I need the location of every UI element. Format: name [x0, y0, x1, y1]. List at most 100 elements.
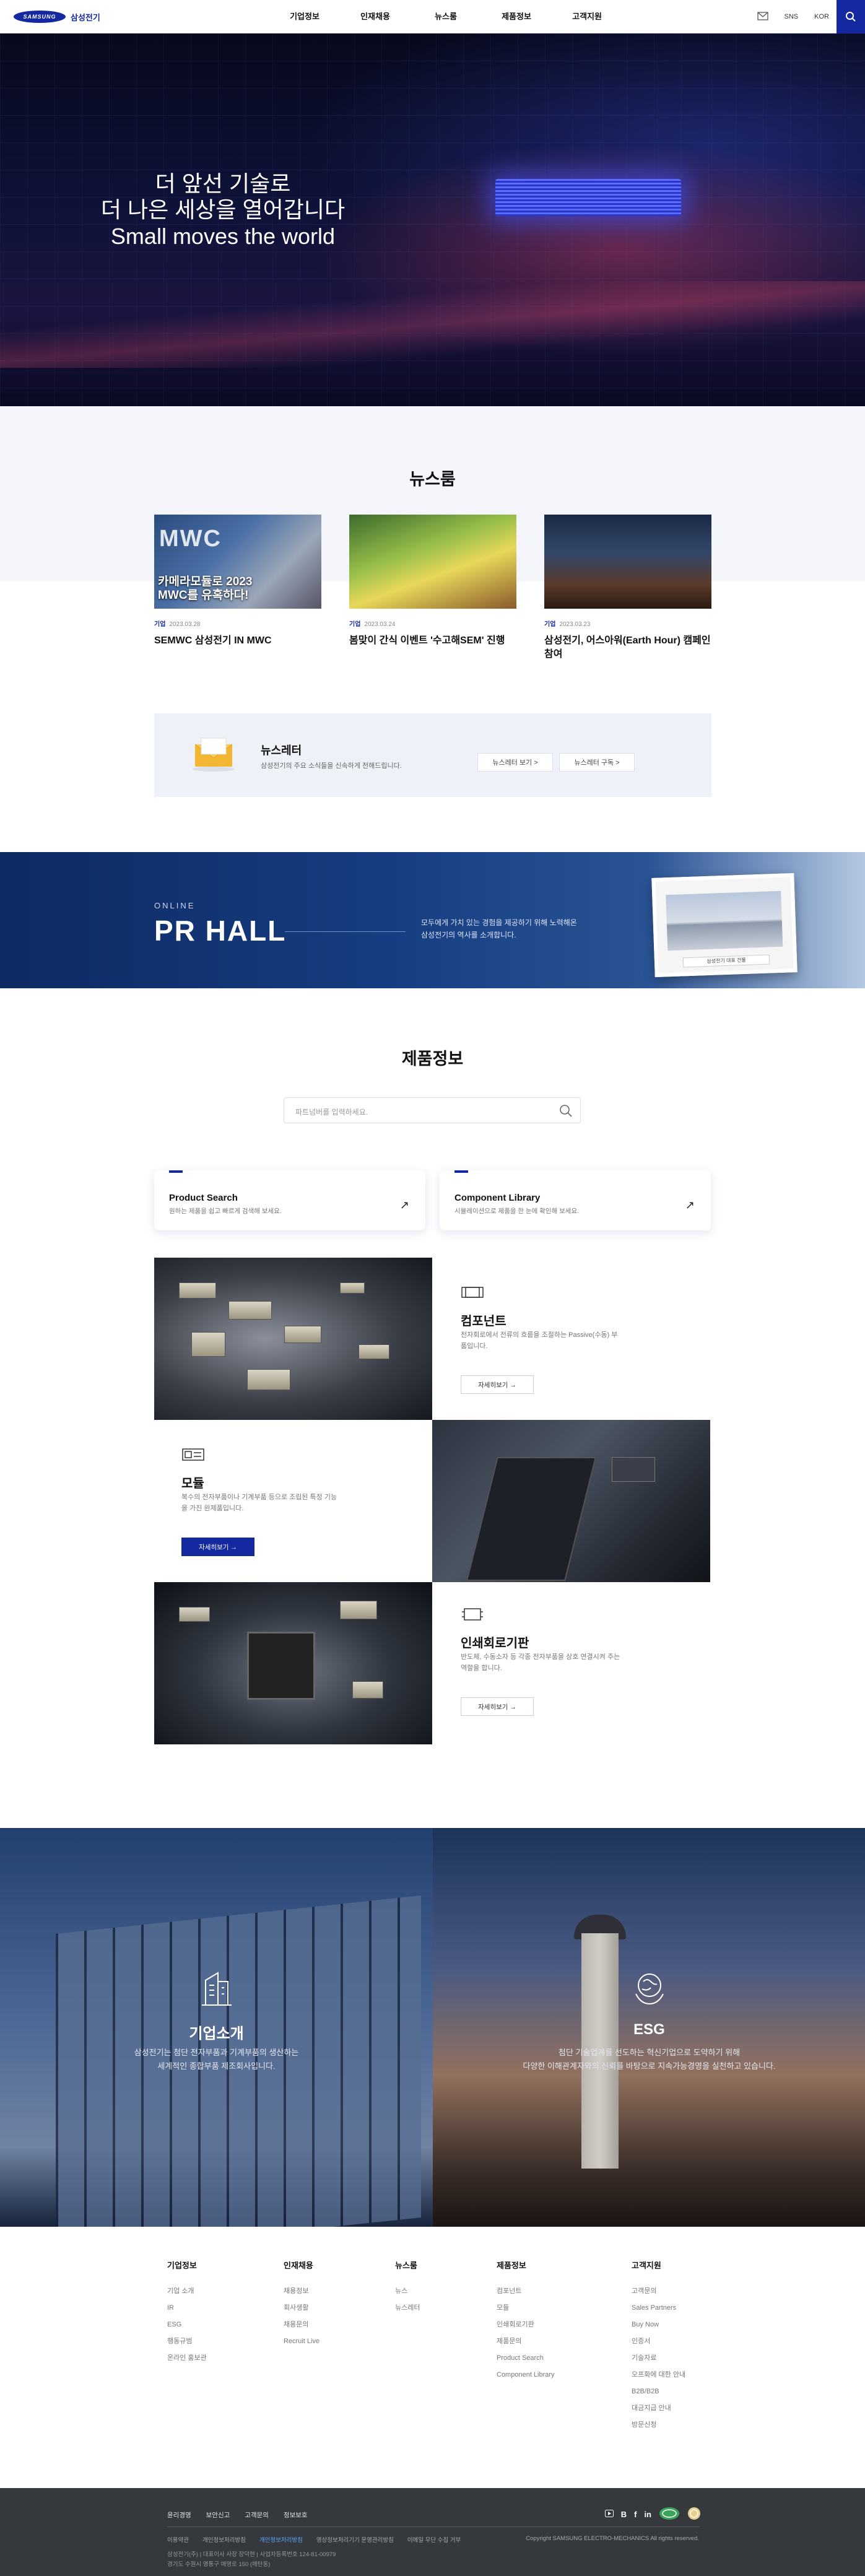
- chip-shape: [179, 1607, 210, 1622]
- footer-cctv-policy[interactable]: 영상정보처리기기 운영관리방침: [316, 2535, 394, 2544]
- sitemap-link[interactable]: 고객문의: [632, 2283, 685, 2300]
- sitemap-link[interactable]: 뉴스: [395, 2283, 420, 2300]
- sitemap-link[interactable]: 기술자료: [632, 2350, 685, 2367]
- header-search-button[interactable]: [837, 0, 865, 33]
- sitemap-link[interactable]: Recruit Live: [284, 2333, 319, 2350]
- sitemap-heading: 기업정보: [167, 2261, 197, 2270]
- sitemap-link[interactable]: 기업 소개: [167, 2283, 207, 2300]
- esg-panel[interactable]: ESG 첨단 기술업계를 선도하는 혁신기업으로 도약하기 위해 다양한 이해관…: [433, 1828, 865, 2227]
- samsung-logo[interactable]: SAMSUNG 삼성전기: [14, 11, 100, 23]
- module-title: 모듈: [181, 1477, 204, 1490]
- footer-link-customer[interactable]: 고객문의: [245, 2510, 269, 2520]
- card-title: Product Search: [169, 1193, 238, 1203]
- building-icon: [201, 1972, 232, 2006]
- news-meta: 기업 2023.03.23: [544, 619, 711, 628]
- component-icon: [461, 1287, 484, 1298]
- footer-link-privacy[interactable]: 정보보호: [284, 2510, 308, 2520]
- mail-icon[interactable]: [757, 11, 768, 22]
- sitemap-link[interactable]: 채용정보: [284, 2283, 319, 2300]
- news-thumbnail: [544, 515, 711, 609]
- sitemap-column: 인재채용 채용정보 회사생활 채용문의 Recruit Live: [284, 2259, 319, 2350]
- sitemap-link[interactable]: ESG: [167, 2317, 207, 2333]
- newsletter-desc: 삼성전기의 주요 소식들을 신속하게 전해드립니다.: [261, 762, 402, 770]
- pcb-detail-button[interactable]: 자세히보기 →: [461, 1697, 534, 1716]
- sitemap-link[interactable]: 뉴스레터: [395, 2300, 420, 2317]
- sitemap-link[interactable]: 모듈: [497, 2300, 555, 2317]
- footer-link-security-report[interactable]: 보안신고: [206, 2510, 230, 2520]
- sitemap-link[interactable]: 행동규범: [167, 2333, 207, 2350]
- blog-icon[interactable]: B: [621, 2510, 627, 2519]
- sitemap-link[interactable]: Sales Partners: [632, 2300, 685, 2317]
- pr-divider: [285, 931, 406, 932]
- main-nav: 기업정보 인재채용 뉴스룸 제품정보 고객지원: [269, 0, 622, 33]
- component-library-card[interactable]: Component Library 시뮬레이션으로 제품을 한 눈에 확인해 보…: [440, 1170, 711, 1230]
- product-search-card[interactable]: Product Search 원하는 제품을 쉽고 빠르게 검색해 보세요. ↗: [154, 1170, 425, 1230]
- company-address: 삼성전기(주) | 대표이사 사장 장덕현 | 사업자등록번호 124-81-0…: [167, 2550, 336, 2570]
- sitemap-link[interactable]: 온라인 홍보관: [167, 2350, 207, 2367]
- newsletter-title: 뉴스레터: [261, 744, 302, 757]
- search-icon[interactable]: [559, 1104, 573, 1118]
- newsletter-view-button[interactable]: 뉴스레터 보기 >: [477, 753, 553, 772]
- language-link[interactable]: KOR: [814, 13, 829, 20]
- news-title: SEMWC 삼성전기 IN MWC: [154, 635, 272, 646]
- award-badge-icon: [687, 2507, 701, 2522]
- esg-desc: 첨단 기술업계를 선도하는 혁신기업으로 도약하기 위해 다양한 이해관계자와의…: [433, 2046, 865, 2073]
- module-detail-button[interactable]: 자세히보기 →: [181, 1538, 254, 1556]
- newsroom-title: 뉴스룸: [409, 470, 456, 489]
- sitemap-link[interactable]: 방문신청: [632, 2417, 685, 2434]
- mwc-logo-text: MWC: [159, 526, 222, 552]
- company-panel[interactable]: 기업소개 삼성전기는 첨단 전자부품과 기계부품의 생산하는 세계적인 종합부품…: [0, 1828, 433, 2227]
- sitemap-link[interactable]: Buy Now: [632, 2317, 685, 2333]
- footer-link-ethics[interactable]: 윤리경영: [167, 2510, 191, 2520]
- sitemap-link[interactable]: 컴포넌트: [497, 2283, 555, 2300]
- sitemap-link[interactable]: IR: [167, 2300, 207, 2317]
- news-card[interactable]: 기업 2023.03.23 삼성전기, 어스아워(Earth Hour) 캠페인 …: [544, 515, 711, 661]
- footer-privacy-highlight[interactable]: 개인정보처리방침: [259, 2535, 303, 2544]
- sitemap-link[interactable]: 인쇄회로기판: [497, 2317, 555, 2333]
- esg-desc-line-1: 첨단 기술업계를 선도하는 혁신기업으로 도약하기 위해: [558, 2048, 741, 2057]
- sitemap-link[interactable]: 오프화에 대한 안내: [632, 2367, 685, 2383]
- pr-hall-desc: 모두에게 가치 있는 경험을 제공하기 위해 노력해온 삼성전기의 역사를 소개…: [421, 916, 577, 941]
- newsletter-subscribe-button[interactable]: 뉴스레터 구독 >: [559, 753, 635, 772]
- nav-newsroom[interactable]: 뉴스룸: [411, 0, 481, 33]
- address-line-2: 경기도 수원시 영통구 매영로 150 (매탄동): [167, 2561, 271, 2568]
- sitemap-heading: 뉴스룸: [395, 2261, 417, 2270]
- part-number-search[interactable]: 파트넘버를 입력하세요.: [284, 1097, 581, 1123]
- social-links: B f in: [604, 2507, 701, 2522]
- company-desc-line-2: 세계적인 종합부품 제조회사입니다.: [157, 2061, 276, 2071]
- nav-company[interactable]: 기업정보: [269, 0, 340, 33]
- facebook-icon[interactable]: f: [634, 2510, 637, 2519]
- chip-shape: [247, 1369, 290, 1390]
- footer-terms[interactable]: 이용약관: [167, 2535, 189, 2544]
- sitemap-link[interactable]: Product Search: [497, 2350, 555, 2367]
- nav-support[interactable]: 고객지원: [552, 0, 622, 33]
- linkedin-icon[interactable]: in: [644, 2510, 651, 2519]
- news-card[interactable]: MWC 카메라모듈로 2023 MWC를 유혹하다! 기업 2023.03.28 …: [154, 515, 321, 661]
- sitemap-link[interactable]: 대금지급 안내: [632, 2400, 685, 2417]
- nav-products[interactable]: 제품정보: [481, 0, 552, 33]
- youtube-icon[interactable]: [604, 2510, 614, 2519]
- sitemap-link[interactable]: 제품문의: [497, 2333, 555, 2350]
- component-detail-button[interactable]: 자세히보기 →: [461, 1375, 534, 1394]
- footer-email-refusal[interactable]: 이메일 무단 수집 거부: [407, 2535, 461, 2544]
- footer-privacy-policy[interactable]: 개인정보처리방침: [202, 2535, 246, 2544]
- hero-light-streak: [0, 281, 865, 368]
- news-category: 기업: [544, 621, 556, 628]
- arrow-up-right-icon: ↗: [399, 1199, 409, 1211]
- footer-links: 윤리경영 보안신고 고객문의 정보보호: [167, 2510, 308, 2520]
- chip-shape: [340, 1282, 365, 1294]
- sitemap-link[interactable]: 인증서: [632, 2333, 685, 2350]
- pr-desc-line-1: 모두에게 가치 있는 경험을 제공하기 위해 노력해온: [421, 918, 577, 927]
- sitemap-link[interactable]: 채용문의: [284, 2317, 319, 2333]
- news-meta: 기업 2023.03.28: [154, 619, 321, 628]
- sitemap-link[interactable]: Component Library: [497, 2367, 555, 2383]
- sitemap-link[interactable]: 회사생활: [284, 2300, 319, 2317]
- sitemap-link[interactable]: B2B/B2B: [632, 2383, 685, 2400]
- newsroom-section: 뉴스룸 MWC 카메라모듈로 2023 MWC를 유혹하다! 기업 2023.03…: [0, 406, 865, 852]
- company-desc-line-1: 삼성전기는 첨단 전자부품과 기계부품의 생산하는: [134, 2048, 299, 2057]
- sitemap-heading: 고객지원: [632, 2261, 661, 2270]
- news-card[interactable]: 기업 2023.03.24 봄맞이 간식 이벤트 '수고해SEM' 진행: [349, 515, 516, 661]
- pr-hall-banner[interactable]: ONLINE PR HALL 모두에게 가치 있는 경험을 제공하기 위해 노력…: [0, 852, 865, 988]
- sns-link[interactable]: SNS: [785, 13, 799, 20]
- nav-careers[interactable]: 인재채용: [340, 0, 411, 33]
